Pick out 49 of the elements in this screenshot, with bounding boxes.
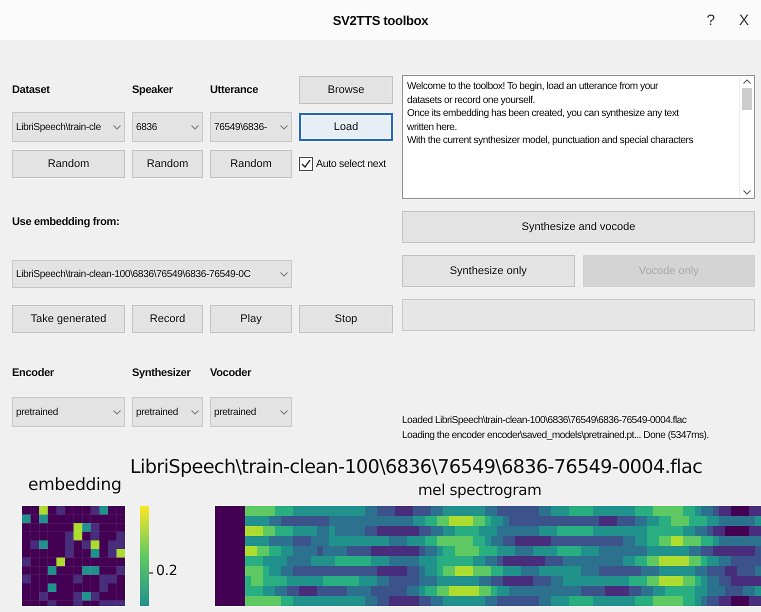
action-button[interactable]: Synthesize only xyxy=(402,255,574,287)
scroll-up-icon[interactable] xyxy=(743,79,751,84)
scrollbar[interactable] xyxy=(739,76,754,198)
dropdown[interactable]: pretrained xyxy=(132,397,203,427)
section-label: Use embedding from: xyxy=(12,216,120,228)
embedding-button[interactable]: Stop xyxy=(299,305,393,333)
embedding-button[interactable]: Take generated xyxy=(12,305,125,333)
chevron-icon xyxy=(113,124,121,130)
embedding-button[interactable]: Play xyxy=(210,305,292,333)
chevron-icon xyxy=(280,272,288,276)
close-button[interactable]: X xyxy=(734,10,753,31)
field-label: Synthesizer xyxy=(132,367,192,379)
chevron-icon xyxy=(191,410,199,414)
chevron-icon xyxy=(280,410,288,414)
action-button[interactable]: Synthesize and vocode xyxy=(402,211,755,243)
plot-title: mel spectrogram xyxy=(418,481,542,499)
file-title: LibriSpeech\train-clean-100\6836\76549\6836-76549-0004.flac xyxy=(130,456,702,478)
scroll-thumb[interactable] xyxy=(742,88,752,110)
dropdown[interactable]: LibriSpeech\train-clean-100\6836\76549\6836-76549-0C xyxy=(12,260,292,288)
field-label: Vocoder xyxy=(210,367,252,379)
welcome-text: Welcome to the toolbox! To begin, load an utterance from your datasets or record one yourself. Once its embedding has been created, you can synthesize any text written here. With the current synthesizer model, punctuation and special characters xyxy=(406,80,694,148)
embedding-button[interactable]: Record xyxy=(132,305,203,333)
text-input[interactable] xyxy=(402,75,755,199)
log-line: Loaded LibriSpeech\train-clean-100\6836\76549\6836-76549-0004.flac xyxy=(402,414,688,428)
chevron-icon xyxy=(191,124,199,130)
tick-label: 0.2 xyxy=(156,563,178,579)
scroll-down-icon[interactable] xyxy=(743,190,751,195)
help-button[interactable]: ? xyxy=(702,10,719,31)
log-line: Loading the encoder encoder\saved_models\pretrained.pt... Done (5347ms). xyxy=(402,429,710,443)
random-button[interactable]: Random xyxy=(210,150,292,178)
chevron-icon xyxy=(113,410,121,414)
dropdown[interactable]: pretrained xyxy=(12,397,125,427)
random-button[interactable]: Random xyxy=(132,150,203,178)
plot-title: embedding xyxy=(28,475,122,495)
load-button[interactable]: Load xyxy=(299,113,393,141)
checkmark-icon xyxy=(301,159,311,169)
field-label: Encoder xyxy=(12,367,55,379)
chevron-icon xyxy=(280,124,288,130)
dropdown[interactable]: 6836 xyxy=(132,112,203,142)
dropdown[interactable]: 76549\6836- xyxy=(210,112,292,142)
field-label: Dataset xyxy=(12,84,51,96)
random-button[interactable]: Random xyxy=(12,150,125,178)
browse-button[interactable]: Browse xyxy=(299,76,393,104)
field-label: Utterance xyxy=(210,84,260,96)
field-label: Speaker xyxy=(132,84,174,96)
window-title: SV2TTS toolbox xyxy=(332,12,428,28)
dropdown[interactable]: pretrained xyxy=(210,397,292,427)
auto-select-checkbox[interactable]: Auto select next xyxy=(299,157,393,171)
dropdown[interactable]: LibriSpeech\train-cle xyxy=(12,112,125,142)
